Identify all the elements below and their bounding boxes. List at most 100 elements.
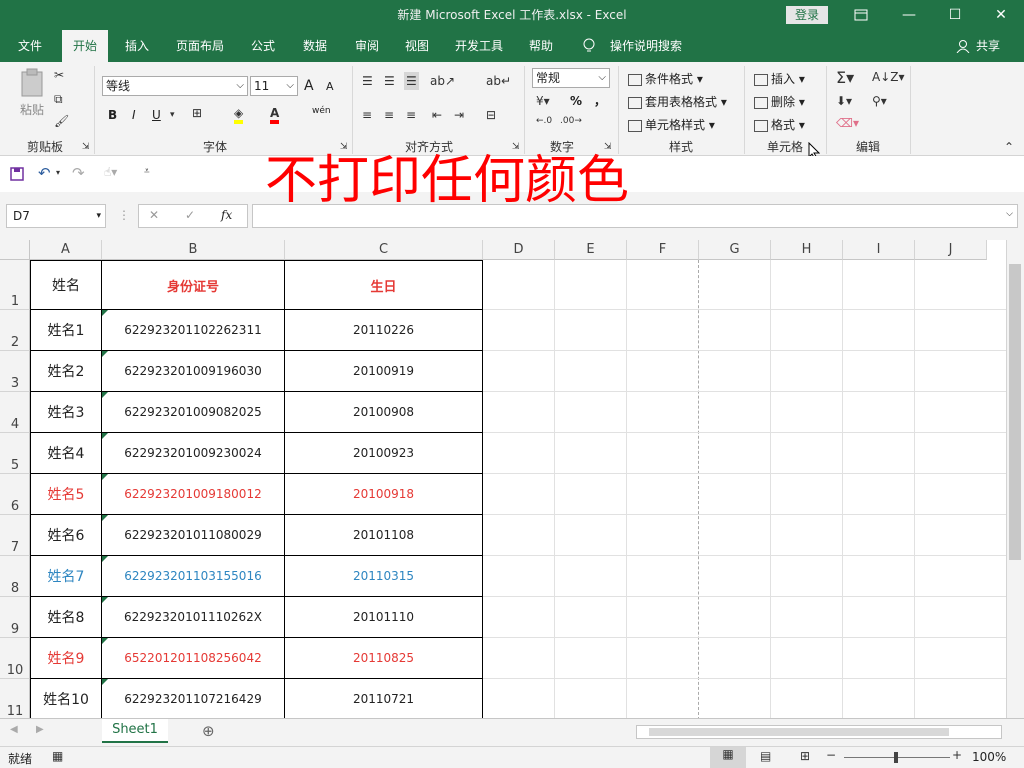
- table-cell[interactable]: 622923201103155016: [102, 556, 285, 597]
- save-icon[interactable]: [10, 167, 24, 184]
- insert-cells-button[interactable]: 插入 ▾: [754, 70, 805, 87]
- normal-view-icon[interactable]: ▦: [710, 747, 746, 768]
- copy-icon[interactable]: ⧉: [54, 92, 63, 107]
- table-cell[interactable]: 622923201009082025: [102, 392, 285, 433]
- chevron-down-icon[interactable]: ▾: [170, 110, 175, 120]
- table-cell[interactable]: 20101108: [285, 515, 483, 556]
- italic-button[interactable]: I: [132, 108, 136, 122]
- dialog-launcher-icon[interactable]: ⇲: [82, 142, 90, 152]
- header-cell[interactable]: 身份证号: [102, 260, 285, 310]
- macro-record-icon[interactable]: ▦: [52, 749, 63, 763]
- table-cell[interactable]: 20100919: [285, 351, 483, 392]
- table-cell[interactable]: 652201201108256042: [102, 638, 285, 679]
- table-cell[interactable]: 20100918: [285, 474, 483, 515]
- fill-color-icon[interactable]: ◈: [234, 106, 244, 124]
- zoom-in-icon[interactable]: +: [952, 748, 962, 762]
- table-cell[interactable]: 姓名4: [30, 433, 102, 474]
- table-cell[interactable]: 姓名5: [30, 474, 102, 515]
- borders-icon[interactable]: ⊞: [192, 106, 202, 120]
- table-cell[interactable]: 姓名10: [30, 679, 102, 718]
- row-header[interactable]: 8: [0, 556, 30, 597]
- paste-button[interactable]: 粘贴: [14, 68, 50, 128]
- table-cell[interactable]: 20110226: [285, 310, 483, 351]
- redo-icon[interactable]: ↷: [72, 164, 85, 182]
- sort-filter-icon[interactable]: A↓Z▾: [872, 70, 905, 84]
- table-cell[interactable]: 622923201009196030: [102, 351, 285, 392]
- error-indicator-icon[interactable]: [102, 474, 108, 480]
- percent-button[interactable]: %: [570, 94, 582, 108]
- row-header[interactable]: 7: [0, 515, 30, 556]
- row-header[interactable]: 11: [0, 679, 30, 718]
- scroll-left-icon[interactable]: ◀: [10, 724, 18, 735]
- currency-icon[interactable]: ¥▾: [536, 94, 550, 108]
- table-cell[interactable]: 20101110: [285, 597, 483, 638]
- scrollbar-thumb[interactable]: [649, 728, 949, 736]
- select-all-corner[interactable]: [0, 240, 30, 260]
- column-header[interactable]: B: [102, 240, 285, 260]
- format-painter-icon[interactable]: 🖌: [54, 114, 69, 128]
- align-left-icon[interactable]: ≡: [362, 108, 372, 122]
- header-cell[interactable]: 生日: [285, 260, 483, 310]
- name-box[interactable]: D7 ▾: [6, 204, 106, 228]
- cancel-icon[interactable]: ✕: [149, 208, 159, 222]
- table-cell[interactable]: 622923201009180012: [102, 474, 285, 515]
- number-format-combo[interactable]: 常规 ⌵: [532, 68, 610, 88]
- row-header[interactable]: 3: [0, 351, 30, 392]
- conditional-format-button[interactable]: 条件格式 ▾: [628, 70, 703, 87]
- row-header[interactable]: 2: [0, 310, 30, 351]
- ribbon-display-icon[interactable]: [838, 0, 884, 30]
- page-break-view-icon[interactable]: ⊞: [800, 749, 810, 763]
- scroll-right-icon[interactable]: ▶: [36, 724, 44, 735]
- header-cell[interactable]: 姓名: [30, 260, 102, 310]
- row-header[interactable]: 6: [0, 474, 30, 515]
- row-header[interactable]: 5: [0, 433, 30, 474]
- sheet-tab[interactable]: Sheet1: [102, 719, 168, 743]
- format-cells-button[interactable]: 格式 ▾: [754, 116, 805, 133]
- column-header[interactable]: C: [285, 240, 483, 260]
- comma-button[interactable]: ，: [594, 92, 606, 109]
- error-indicator-icon[interactable]: [102, 433, 108, 439]
- tab-page-layout[interactable]: 页面布局: [168, 30, 232, 62]
- orientation-icon[interactable]: ab↗: [430, 74, 455, 88]
- tab-review[interactable]: 审阅: [344, 30, 390, 62]
- expand-formula-icon[interactable]: ⌵: [1006, 209, 1013, 219]
- chevron-down-icon[interactable]: ▾: [56, 168, 60, 177]
- column-header[interactable]: H: [771, 240, 843, 260]
- error-indicator-icon[interactable]: [102, 638, 108, 644]
- table-cell[interactable]: 20110315: [285, 556, 483, 597]
- column-header[interactable]: D: [483, 240, 555, 260]
- zoom-slider-thumb[interactable]: [894, 752, 898, 763]
- add-sheet-icon[interactable]: ⊕: [202, 722, 215, 740]
- error-indicator-icon[interactable]: [102, 679, 108, 685]
- table-cell[interactable]: 62292320101110262X: [102, 597, 285, 638]
- decrease-indent-icon[interactable]: ⇤: [432, 108, 442, 122]
- phonetic-button[interactable]: wén: [312, 106, 331, 116]
- insert-function-button[interactable]: fx: [221, 208, 232, 222]
- column-header[interactable]: F: [627, 240, 699, 260]
- worksheet-grid[interactable]: A B C D E F G H I J 1 2 3 4 5 6 7 8 9 10 11 姓名 身份证号 生日 姓名1 622923…: [0, 240, 1024, 718]
- clear-icon[interactable]: ⌫▾: [836, 116, 859, 130]
- format-as-table-button[interactable]: 套用表格格式 ▾: [628, 93, 727, 110]
- column-header[interactable]: E: [555, 240, 627, 260]
- enter-icon[interactable]: ✓: [185, 208, 195, 222]
- page-layout-view-icon[interactable]: ▤: [760, 749, 771, 763]
- font-color-icon[interactable]: A: [270, 106, 280, 124]
- table-cell[interactable]: 姓名6: [30, 515, 102, 556]
- tab-help[interactable]: 帮助: [518, 30, 564, 62]
- table-cell[interactable]: 20110825: [285, 638, 483, 679]
- maximize-button[interactable]: ☐: [932, 0, 978, 30]
- table-cell[interactable]: 622923201107216429: [102, 679, 285, 718]
- error-indicator-icon[interactable]: [102, 515, 108, 521]
- row-header[interactable]: 9: [0, 597, 30, 638]
- align-top-icon[interactable]: ☰: [362, 74, 373, 88]
- underline-button[interactable]: U: [152, 108, 161, 122]
- tab-developer[interactable]: 开发工具: [448, 30, 510, 62]
- table-cell[interactable]: 姓名8: [30, 597, 102, 638]
- font-size-combo[interactable]: 11 ⌵: [250, 76, 298, 96]
- grow-font-button[interactable]: A: [304, 78, 314, 94]
- close-button[interactable]: ✕: [978, 0, 1024, 30]
- increase-indent-icon[interactable]: ⇥: [454, 108, 464, 122]
- align-bottom-icon[interactable]: ☰: [404, 72, 419, 90]
- font-name-combo[interactable]: 等线 ⌵: [102, 76, 248, 96]
- table-cell[interactable]: 20110721: [285, 679, 483, 718]
